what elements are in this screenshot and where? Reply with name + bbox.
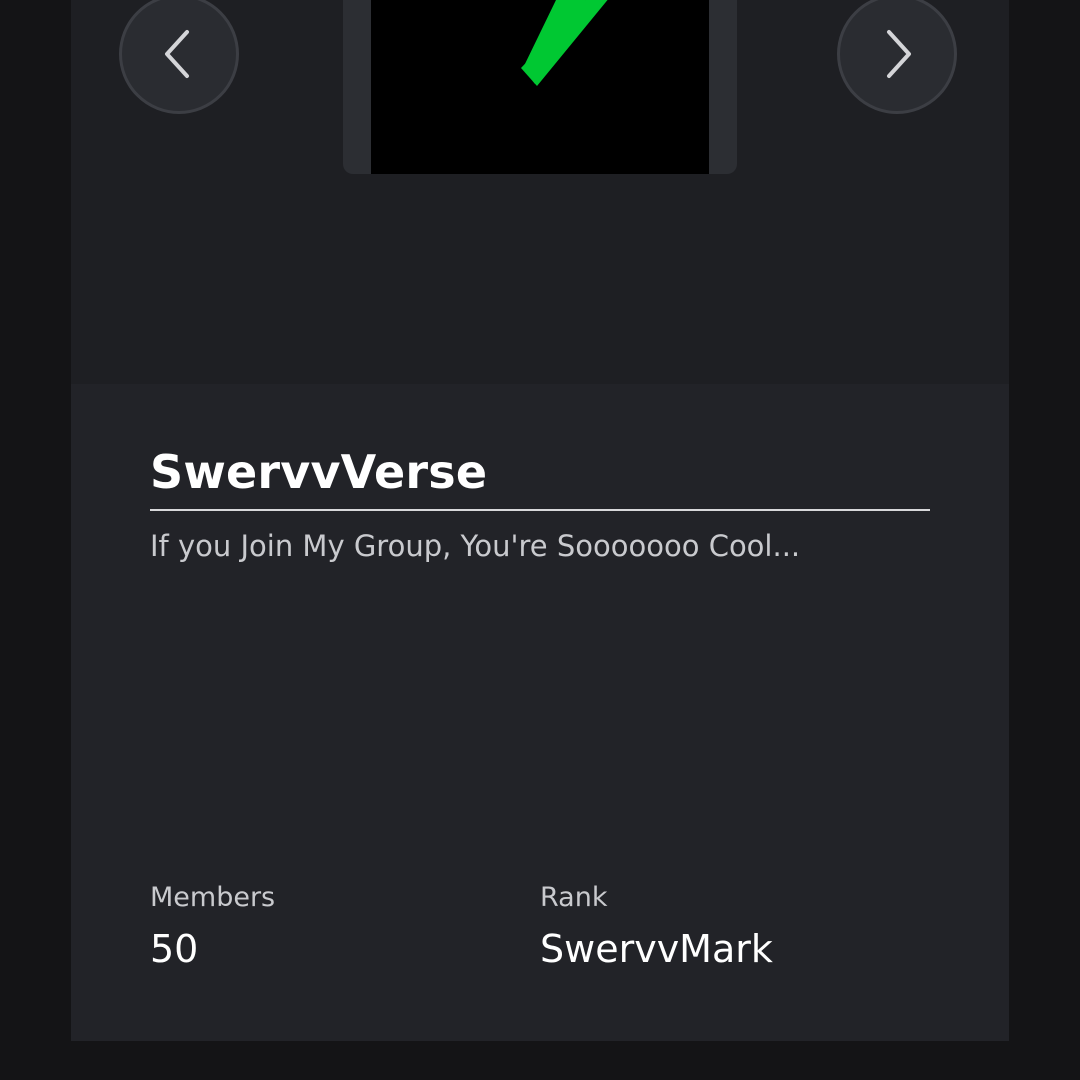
group-info-panel: SwervvVerse If you Join My Group, You're…	[71, 384, 1009, 1041]
group-thumbnail[interactable]	[371, 0, 709, 174]
members-label: Members	[150, 882, 276, 913]
rank-value: SwervvMark	[540, 927, 773, 971]
page: SwervvVerse If you Join My Group, You're…	[0, 0, 1080, 1080]
carousel-next-button[interactable]	[837, 0, 957, 114]
group-name[interactable]: SwervvVerse	[150, 444, 487, 500]
thumbnail-frame	[343, 0, 737, 174]
members-count: 50	[150, 927, 199, 971]
lightning-bolt-logo	[446, 0, 608, 86]
thumbnail-carousel	[71, 0, 1009, 384]
group-card: SwervvVerse If you Join My Group, You're…	[71, 0, 1009, 1041]
rank-label: Rank	[540, 882, 608, 913]
group-description: If you Join My Group, You're Sooooooo Co…	[150, 529, 801, 563]
carousel-prev-button[interactable]	[119, 0, 239, 114]
chevron-right-icon	[887, 30, 911, 78]
chevron-left-icon	[165, 30, 189, 78]
title-divider	[150, 509, 930, 511]
